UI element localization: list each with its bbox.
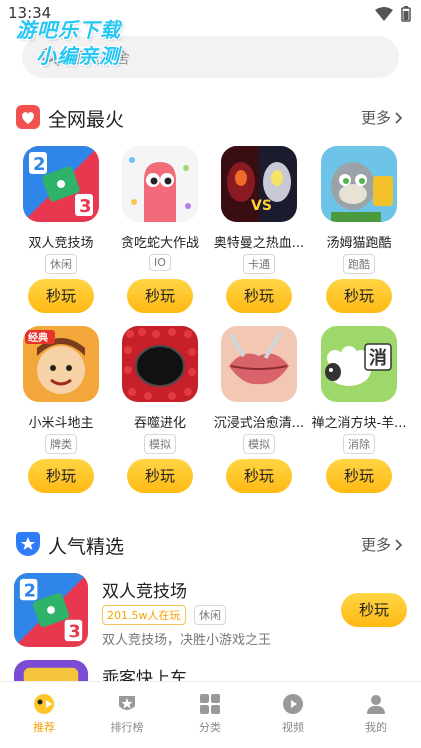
app-icon-hole-io[interactable] bbox=[122, 326, 198, 402]
section-hot-header: 全网最火 更多 bbox=[0, 103, 421, 135]
app-name: 奥特曼之热血... bbox=[213, 236, 305, 251]
tab-profile[interactable]: 我的 bbox=[346, 692, 406, 735]
section-popular-title: 人气精选 bbox=[48, 536, 125, 558]
app-tag: IO bbox=[149, 254, 171, 271]
popular-item-description: 双人竞技场，决胜小游戏之王 bbox=[102, 633, 272, 648]
chevron-right-icon bbox=[395, 111, 403, 124]
chevron-right-icon bbox=[395, 538, 403, 551]
app-icon-tom-cat[interactable] bbox=[321, 146, 397, 222]
app-tag: 跑酷 bbox=[343, 254, 375, 274]
app-tag: 牌类 bbox=[45, 434, 77, 454]
app-icon-doudizhu[interactable]: 经典 bbox=[23, 326, 99, 402]
play-button[interactable]: 秒玩 bbox=[28, 459, 94, 493]
watermark-line2: 小编亲测 bbox=[36, 44, 120, 68]
status-icons bbox=[375, 6, 411, 22]
watermark-logo: 游吧乐下载 小编亲测 bbox=[10, 10, 160, 70]
app-tag: 模拟 bbox=[243, 434, 275, 454]
app-icon-lip-care[interactable] bbox=[221, 326, 297, 402]
app-tag: 卡通 bbox=[243, 254, 275, 274]
app-tag: 模拟 bbox=[144, 434, 176, 454]
star-shield-icon bbox=[16, 532, 40, 556]
tab-label: 我的 bbox=[365, 721, 387, 734]
popular-item-name: 双人竞技场 bbox=[102, 582, 187, 602]
tab-label: 分类 bbox=[199, 721, 221, 734]
svg-text:3: 3 bbox=[69, 622, 81, 642]
app-tag: 休闲 bbox=[45, 254, 77, 274]
play-button[interactable]: 秒玩 bbox=[28, 279, 94, 313]
popular-item-tag: 休闲 bbox=[194, 605, 226, 625]
svg-text:2: 2 bbox=[24, 581, 36, 601]
app-icon-duel-arena[interactable]: 2 3 bbox=[23, 146, 99, 222]
play-button[interactable]: 秒玩 bbox=[326, 459, 392, 493]
heart-icon bbox=[16, 105, 40, 129]
play-button[interactable]: 秒玩 bbox=[341, 593, 407, 627]
svg-text:2: 2 bbox=[33, 154, 46, 175]
svg-text:消: 消 bbox=[369, 347, 387, 369]
play-button[interactable]: 秒玩 bbox=[226, 279, 292, 313]
section-popular-more-link[interactable]: 更多 bbox=[361, 534, 403, 555]
section-hot-more-link[interactable]: 更多 bbox=[361, 107, 403, 128]
app-name: 禅之消方块-羊... bbox=[311, 416, 407, 431]
video-icon bbox=[283, 694, 303, 714]
app-icon-snake[interactable] bbox=[122, 146, 198, 222]
tab-category[interactable]: 分类 bbox=[180, 692, 240, 735]
watermark-line1: 游吧乐下载 bbox=[16, 18, 121, 42]
popular-list-item[interactable]: 2 3 双人竞技场 201.5w人在玩 休闲 双人竞技场，决胜小游戏之王 秒玩 bbox=[0, 573, 421, 653]
app-name: 沉浸式治愈清... bbox=[213, 416, 305, 431]
online-count-badge: 201.5w人在玩 bbox=[102, 605, 186, 625]
tab-ranking[interactable]: 排行榜 bbox=[97, 692, 157, 735]
tab-recommend[interactable]: 推荐 bbox=[14, 692, 74, 735]
svg-text:3: 3 bbox=[79, 196, 92, 217]
tab-video[interactable]: 视频 bbox=[263, 692, 323, 735]
bottom-tab-bar: 推荐 排行榜 分类 视频 我的 bbox=[0, 681, 421, 748]
play-button[interactable]: 秒玩 bbox=[226, 459, 292, 493]
more-label: 更多 bbox=[360, 109, 391, 127]
app-tag: 消除 bbox=[343, 434, 375, 454]
app-name: 双人竞技场 bbox=[28, 236, 94, 251]
play-button[interactable]: 秒玩 bbox=[127, 459, 193, 493]
profile-icon bbox=[367, 695, 385, 714]
section-popular-header: 人气精选 更多 bbox=[0, 530, 421, 562]
app-icon-sheep-tiles[interactable]: 消 bbox=[321, 326, 397, 402]
tab-label: 推荐 bbox=[33, 721, 55, 734]
more-label: 更多 bbox=[360, 536, 391, 554]
battery-icon bbox=[401, 6, 411, 22]
app-name: 汤姆猫跑酷 bbox=[326, 236, 392, 251]
svg-text:VS: VS bbox=[251, 198, 272, 214]
tab-label: 排行榜 bbox=[110, 721, 144, 734]
wifi-icon bbox=[375, 7, 393, 21]
app-icon-duel-arena[interactable]: 2 3 bbox=[14, 573, 88, 647]
recommend-icon bbox=[34, 694, 54, 714]
play-button[interactable]: 秒玩 bbox=[127, 279, 193, 313]
app-icon-ultraman[interactable]: VS bbox=[221, 146, 297, 222]
app-name: 贪吃蛇大作战 bbox=[120, 236, 199, 251]
ranking-icon bbox=[119, 696, 135, 710]
category-icon bbox=[200, 694, 220, 714]
app-name: 小米斗地主 bbox=[28, 416, 94, 431]
tab-label: 视频 bbox=[282, 721, 304, 734]
app-name: 吞噬进化 bbox=[133, 416, 186, 431]
section-hot-title: 全网最火 bbox=[48, 109, 125, 131]
svg-text:经典: 经典 bbox=[28, 331, 48, 344]
play-button[interactable]: 秒玩 bbox=[326, 279, 392, 313]
